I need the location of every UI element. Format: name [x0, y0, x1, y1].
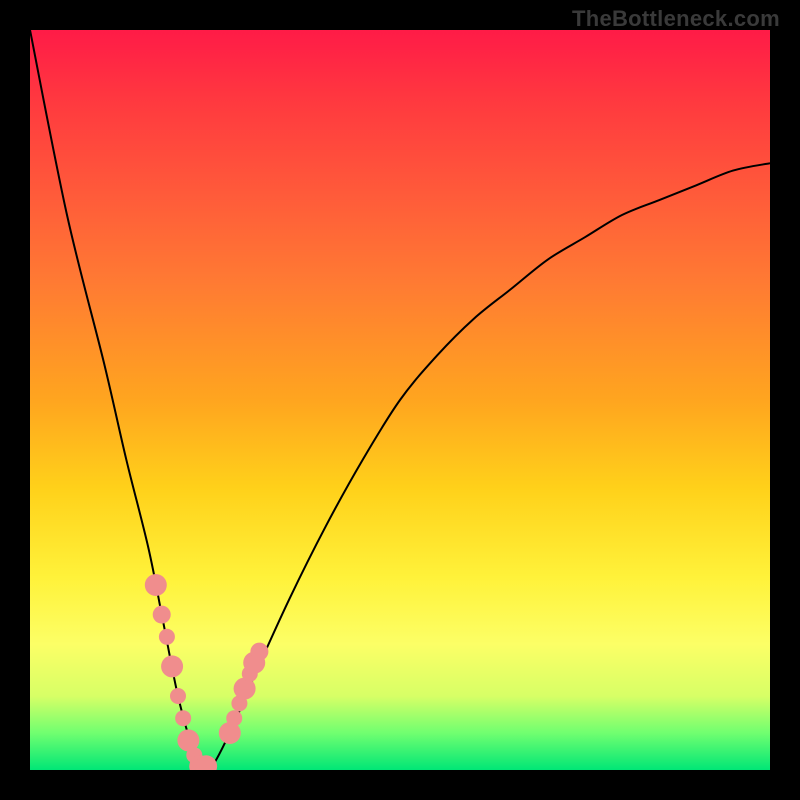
highlight-marker — [175, 710, 191, 726]
highlight-marker — [170, 688, 186, 704]
highlight-marker — [250, 643, 268, 661]
branding-watermark: TheBottleneck.com — [572, 6, 780, 32]
bottleneck-curve — [30, 30, 770, 770]
highlight-marker — [159, 629, 175, 645]
highlight-markers — [145, 574, 269, 770]
chart-frame: TheBottleneck.com — [0, 0, 800, 800]
highlight-marker — [161, 655, 183, 677]
plot-area — [30, 30, 770, 770]
highlight-marker — [226, 710, 242, 726]
curve-svg — [30, 30, 770, 770]
highlight-marker — [145, 574, 167, 596]
highlight-marker — [153, 606, 171, 624]
